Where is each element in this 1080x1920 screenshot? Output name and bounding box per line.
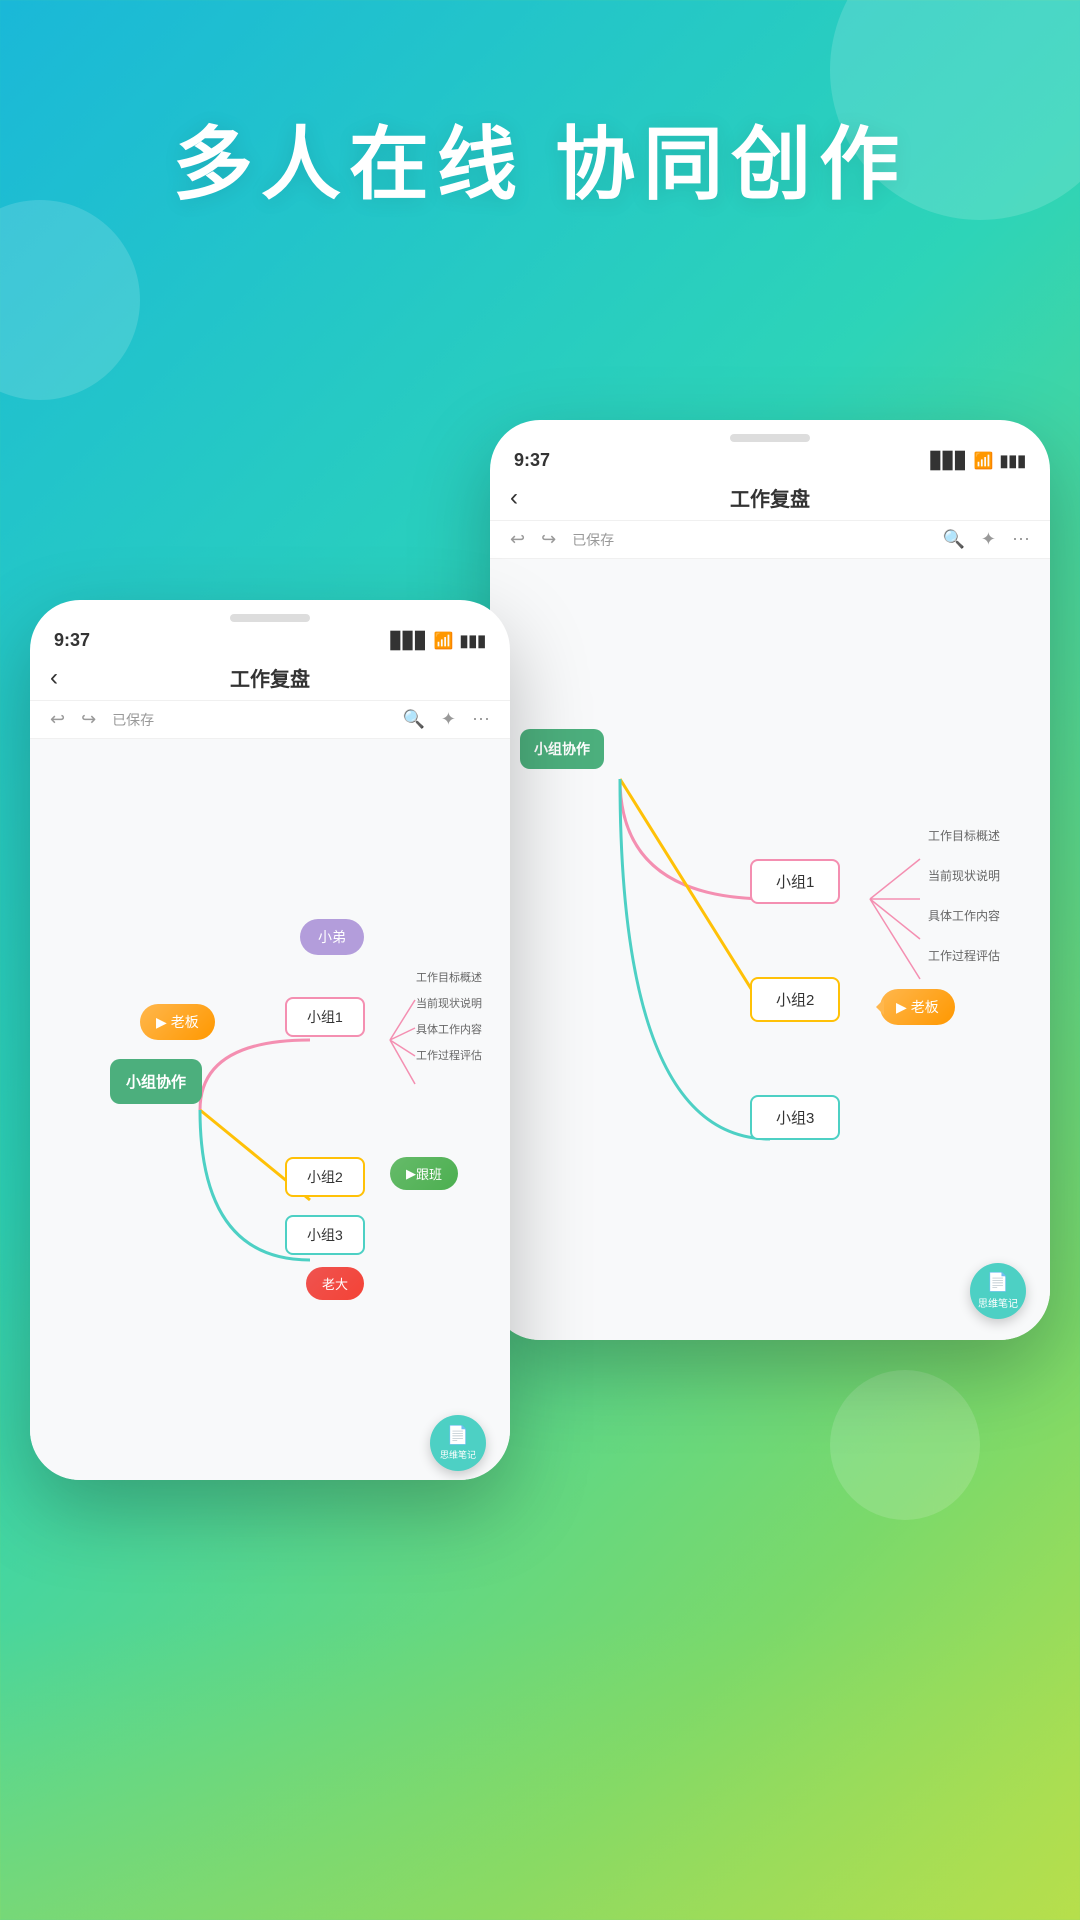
fab-front[interactable]: 📄 思维笔记 [430,1415,486,1471]
phone-front-mindmap: 小组协作 小弟 ▶ 老板 小组1 小组2 ▶跟班 小组3 老大 [30,739,510,1480]
laoda-node: 老大 [306,1267,364,1300]
phone-back-time: 9:37 [514,450,550,471]
wifi-icon: 📶 [974,451,994,471]
saved-status-front: 已保存 [112,710,386,730]
back-button-front[interactable]: ‹ [50,664,58,692]
sublabel-3-back: 具体工作内容 [928,907,1000,924]
signal-icon: ▊▊▊ [931,451,968,471]
group3-node-front: 小组3 [285,1215,365,1255]
phone-back-title: 工作复盘 [730,483,810,512]
xiaoди-node: 小弟 [300,919,364,955]
wifi-icon-front: 📶 [434,631,454,651]
saved-status: 已保存 [572,530,926,550]
phone-front-statusbar: 9:37 ▊▊▊ 📶 ▮▮▮ [30,622,510,655]
share-button[interactable]: ✦ [981,529,996,550]
phone-back-toolbar: ↩ ↪ 已保存 🔍 ✦ ⋯ [490,521,1050,559]
fab-icon-front: 📄 [447,1425,469,1446]
group1-node-back: 小组1 [750,859,840,904]
sublabel-2-front: 当前现状说明 [416,995,482,1011]
phone-front-notch [230,614,310,622]
more-button-front[interactable]: ⋯ [472,709,490,730]
search-button[interactable]: 🔍 [942,529,964,550]
sublabel-2-back: 当前现状说明 [928,867,1000,884]
phone-front-toolbar: ↩ ↪ 已保存 🔍 ✦ ⋯ [30,701,510,739]
fab-icon-back: 📄 [987,1272,1009,1293]
phone-back-status-icons: ▊▊▊ 📶 ▮▮▮ [931,451,1026,471]
center-node-front: 小组协作 [110,1059,202,1104]
genban-node: ▶跟班 [390,1157,458,1190]
redo-button[interactable]: ↪ [541,529,556,550]
fab-label-front: 思维笔记 [440,1448,476,1461]
group1-node-front: 小组1 [285,997,365,1037]
sublabel-3-front: 具体工作内容 [416,1021,482,1037]
undo-button[interactable]: ↩ [510,529,525,550]
group2-node-back: 小组2 [750,977,840,1022]
battery-icon-front: ▮▮▮ [460,631,486,651]
signal-icon-front: ▊▊▊ [391,631,428,651]
phone-front-time: 9:37 [54,630,90,651]
hero-title: 多人在线 协同创作 [0,100,1080,216]
phone-back-mindmap: 小组协作 小组1 小组2 小组3 ▶ 老板 工作目标概述 当前现状说明 具体工作… [490,559,1050,1340]
phone-front-status-icons: ▊▊▊ 📶 ▮▮▮ [391,631,486,651]
group2-node-front: 小组2 [285,1157,365,1197]
phone-back: 9:37 ▊▊▊ 📶 ▮▮▮ ‹ 工作复盘 ↩ ↪ 已保存 🔍 ✦ ⋯ [490,420,1050,1340]
phone-front: 9:37 ▊▊▊ 📶 ▮▮▮ ‹ 工作复盘 ↩ ↪ 已保存 🔍 ✦ ⋯ [30,600,510,1480]
undo-button-front[interactable]: ↩ [50,709,65,730]
group3-node-back: 小组3 [750,1095,840,1140]
sublabel-4-back: 工作过程评估 [928,947,1000,964]
sublabel-4-front: 工作过程评估 [416,1047,482,1063]
phone-back-notch [730,434,810,442]
fab-back[interactable]: 📄 思维笔记 [970,1263,1026,1319]
fab-label-back: 思维笔记 [978,1295,1018,1310]
boss-node-front: ▶ 老板 [140,1004,215,1040]
phone-back-titlebar: ‹ 工作复盘 [490,475,1050,521]
phone-back-statusbar: 9:37 ▊▊▊ 📶 ▮▮▮ [490,442,1050,475]
back-button[interactable]: ‹ [510,484,518,512]
sublabel-1-back: 工作目标概述 [928,827,1000,844]
more-button[interactable]: ⋯ [1012,529,1030,550]
bottom-decoration [0,1620,1080,1920]
battery-icon: ▮▮▮ [1000,451,1026,471]
center-node-back: 小组协作 [520,729,604,769]
phone-front-titlebar: ‹ 工作复盘 [30,655,510,701]
phone-front-title: 工作复盘 [230,663,310,692]
share-button-front[interactable]: ✦ [441,709,456,730]
boss-node-back: ▶ 老板 [880,989,955,1025]
search-button-front[interactable]: 🔍 [402,709,424,730]
redo-button-front[interactable]: ↪ [81,709,96,730]
sublabel-1-front: 工作目标概述 [416,969,482,985]
